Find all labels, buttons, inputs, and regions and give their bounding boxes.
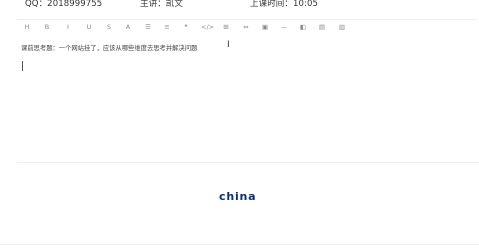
text-caret bbox=[22, 61, 23, 71]
quote-icon[interactable]: ❝ bbox=[181, 22, 191, 32]
brand-label: china bbox=[219, 190, 257, 203]
code-icon[interactable]: </> bbox=[201, 22, 214, 32]
align-icon[interactable]: ◧ bbox=[298, 22, 308, 32]
ordered-list-icon[interactable]: ☰ bbox=[143, 22, 153, 32]
mouse-cursor-icon: I bbox=[227, 40, 230, 50]
bold-icon[interactable]: B bbox=[42, 22, 52, 32]
strikethrough-icon[interactable]: S bbox=[104, 22, 114, 32]
lecturer-name: 主讲：凯文 bbox=[140, 0, 184, 9]
editor-toolbar: H B I U S A ☰ ≡ ❝ </> ⊞ ⇔ ▣ — ◧ ▤ ▥ 🗑 bbox=[17, 19, 477, 34]
live-class-page: QQ：2018999755 主讲：凯文 上课时间：10:05 H B I U S… bbox=[0, 0, 479, 250]
divider bbox=[0, 244, 479, 245]
class-info-bar: QQ：2018999755 主讲：凯文 上课时间：10:05 bbox=[0, 0, 479, 10]
editor-content: 课前思考题：一个网站挂了，应该从哪些维度去思考并解决问题 bbox=[21, 45, 198, 52]
font-color-icon[interactable]: A bbox=[123, 22, 133, 32]
italic-icon[interactable]: I bbox=[63, 22, 73, 32]
class-time: 上课时间：10:05 bbox=[250, 0, 318, 9]
align-justify-icon[interactable]: ▤ bbox=[317, 22, 327, 32]
heading-icon[interactable]: H bbox=[22, 22, 32, 32]
text-editor-area[interactable]: 课前思考题：一个网站挂了，应该从哪些维度去思考并解决问题 I bbox=[17, 34, 479, 163]
table-icon[interactable]: ⊞ bbox=[221, 22, 231, 32]
unordered-list-icon[interactable]: ≡ bbox=[162, 22, 172, 32]
format-icon[interactable]: ▥ bbox=[337, 22, 347, 32]
image-icon[interactable]: ▣ bbox=[260, 22, 270, 32]
horizontal-rule-icon[interactable]: — bbox=[279, 22, 289, 32]
underline-icon[interactable]: U bbox=[84, 22, 94, 32]
qq-number: QQ：2018999755 bbox=[25, 0, 103, 9]
link-icon[interactable]: ⇔ bbox=[241, 22, 251, 32]
